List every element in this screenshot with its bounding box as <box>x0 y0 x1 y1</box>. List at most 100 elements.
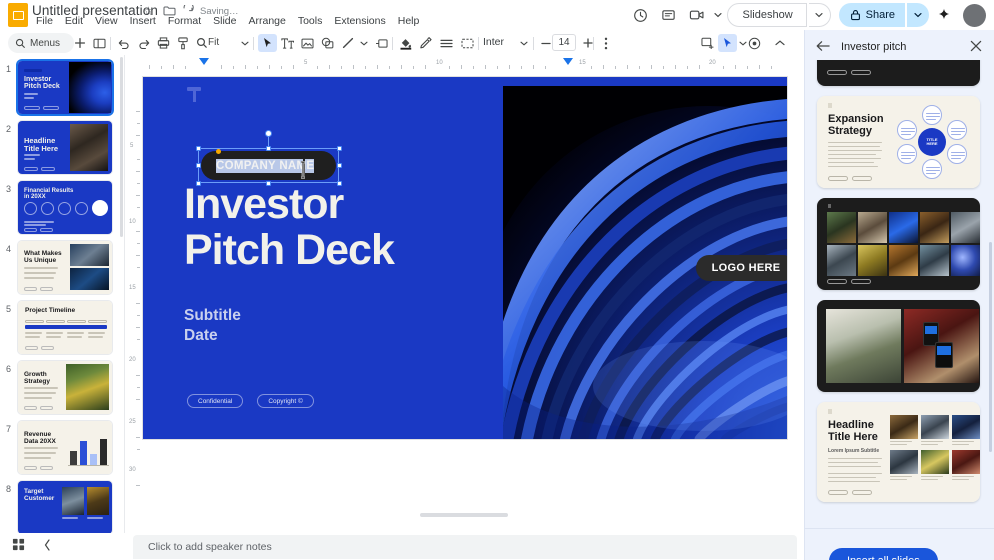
horizontal-ruler[interactable]: 5 10 15 20 <box>139 57 797 71</box>
zoom-dropdown-icon[interactable] <box>235 34 254 52</box>
filmstrip-slide-1[interactable]: 1 Investor Pitch Deck <box>0 61 120 114</box>
logo-here-pill[interactable]: LOGO HERE <box>696 255 787 281</box>
shape-icon[interactable] <box>318 34 337 52</box>
comment-icon[interactable] <box>656 2 682 28</box>
avatar[interactable] <box>963 3 986 27</box>
filmstrip-slide-8[interactable]: 8 Target Customer <box>0 481 120 533</box>
meet-icon[interactable] <box>684 2 710 28</box>
collapse-toolbar-icon[interactable] <box>770 34 789 52</box>
slide-thumbnail[interactable]: Headline Title Here <box>18 121 112 174</box>
print-icon[interactable] <box>154 34 173 52</box>
transition-icon[interactable] <box>745 34 764 52</box>
menu-edit[interactable]: Edit <box>59 14 89 30</box>
grid-view-icon[interactable] <box>12 538 25 556</box>
font-family-selector[interactable]: Inter <box>483 36 504 48</box>
layout-icon[interactable] <box>90 34 109 52</box>
resize-handle-sw[interactable] <box>195 180 201 186</box>
menu-view[interactable]: View <box>89 14 124 30</box>
filmstrip-slide-5[interactable]: 5 Project Timeline <box>0 301 120 354</box>
insert-image-icon[interactable] <box>298 34 317 52</box>
panel-card-5[interactable]: Headline Title Here Lorem Ipsum Subtitle <box>817 402 980 502</box>
resize-handle-se[interactable] <box>336 180 342 186</box>
panel-card-1[interactable] <box>817 60 980 86</box>
more-options-icon[interactable] <box>596 34 615 52</box>
menu-help[interactable]: Help <box>392 14 426 30</box>
font-family-dropdown-icon[interactable] <box>514 34 533 52</box>
slide-thumbnail[interactable]: Financial Results in 20XX <box>18 181 112 234</box>
resize-handle-s[interactable] <box>266 180 271 186</box>
menu-arrange[interactable]: Arrange <box>242 14 291 30</box>
canvas-horizontal-scrollbar[interactable] <box>420 513 508 517</box>
tag-copyright[interactable]: Copyright © <box>257 394 314 408</box>
shape-adjust-handle[interactable] <box>216 149 221 154</box>
redo-icon[interactable] <box>135 34 154 52</box>
font-size-increase-icon[interactable] <box>578 34 597 52</box>
filmstrip-slide-3[interactable]: 3 Financial Results in 20XX <box>0 181 120 234</box>
resize-handle-w[interactable] <box>195 163 201 168</box>
slide-thumbnail[interactable]: Revenue Data 20XX <box>18 421 112 474</box>
filmstrip-slide-4[interactable]: 4 What Makes Us Unique <box>0 241 120 294</box>
panel-scrollbar[interactable] <box>989 242 992 452</box>
slide-hero-image[interactable]: LOGO HERE <box>503 86 787 439</box>
slide-thumbnail[interactable]: Investor Pitch Deck <box>18 61 112 114</box>
paint-format-icon[interactable] <box>173 34 192 52</box>
panel-slide-list[interactable]: Expansion Strategy TITLE HERE Headline T… <box>805 60 994 528</box>
connector-icon[interactable] <box>372 34 391 52</box>
speaker-notes-input[interactable]: Click to add speaker notes <box>133 535 797 559</box>
ruler-indent-marker-right[interactable] <box>563 58 573 65</box>
collapse-filmstrip-icon[interactable] <box>44 538 51 556</box>
slide-filmstrip[interactable]: 1 Investor Pitch Deck 2 Headline Title H… <box>0 55 125 533</box>
slide-thumbnail[interactable]: Growth Strategy <box>18 361 112 414</box>
tag-confidential[interactable]: Confidential <box>187 394 244 408</box>
resize-handle-nw[interactable] <box>195 145 201 151</box>
add-image-placeholder-icon[interactable] <box>698 34 717 52</box>
slide-subtitle-block[interactable]: Subtitle Date <box>184 306 241 346</box>
menu-extensions[interactable]: Extensions <box>328 14 391 30</box>
filmstrip-slide-7[interactable]: 7 Revenue Data 20XX <box>0 421 120 474</box>
line-dropdown-icon[interactable] <box>354 34 373 52</box>
rotation-handle[interactable] <box>264 130 272 137</box>
filmstrip-slide-2[interactable]: 2 Headline Title Here <box>0 121 120 174</box>
resize-handle-n[interactable] <box>266 145 271 151</box>
slide-thumbnail[interactable]: What Makes Us Unique <box>18 241 112 294</box>
panel-card-3[interactable] <box>817 198 980 290</box>
filmstrip-scrollbar[interactable] <box>120 57 123 237</box>
border-weight-icon[interactable] <box>437 34 456 52</box>
slideshow-dropdown-icon[interactable] <box>808 3 831 27</box>
ruler-indent-marker-left[interactable] <box>199 58 209 65</box>
panel-card-4[interactable] <box>817 300 980 392</box>
resize-handle-ne[interactable] <box>336 145 342 151</box>
filmstrip-slide-6[interactable]: 6 Growth Strategy <box>0 361 120 414</box>
add-slide-icon[interactable] <box>70 34 89 52</box>
back-arrow-icon[interactable] <box>815 38 831 54</box>
meet-dropdown-icon[interactable] <box>712 2 725 28</box>
vertical-ruler[interactable]: 5 10 15 20 25 30 <box>127 71 141 531</box>
insert-all-slides-button[interactable]: Insert all slides <box>829 548 938 560</box>
menu-insert[interactable]: Insert <box>124 14 162 30</box>
search-menus-button[interactable]: Menus <box>8 33 74 53</box>
slide-thumbnail[interactable]: Project Timeline <box>18 301 112 354</box>
fill-color-icon[interactable] <box>396 34 415 52</box>
menu-tools[interactable]: Tools <box>292 14 329 30</box>
undo-icon[interactable] <box>114 34 133 52</box>
slide-thumbnail[interactable]: Target Customer <box>18 481 112 533</box>
zoom-level-label[interactable]: Fit <box>208 37 219 48</box>
share-button[interactable]: Share <box>838 3 905 27</box>
slideshow-button[interactable]: Slideshow <box>726 3 807 27</box>
select-tool-icon[interactable] <box>258 34 277 52</box>
menu-slide[interactable]: Slide <box>207 14 242 30</box>
slide-editor-canvas[interactable]: Investor Pitch Deck Subtitle Date Confid… <box>143 77 787 439</box>
share-dropdown-icon[interactable] <box>907 3 929 27</box>
menu-format[interactable]: Format <box>162 14 207 30</box>
border-dash-icon[interactable] <box>458 34 477 52</box>
border-color-icon[interactable] <box>416 34 435 52</box>
close-icon[interactable] <box>968 38 984 54</box>
text-box-icon[interactable] <box>278 34 297 52</box>
gemini-icon[interactable] <box>931 2 957 28</box>
resize-handle-e[interactable] <box>336 163 342 168</box>
version-history-icon[interactable] <box>628 2 654 28</box>
menu-file[interactable]: File <box>30 14 59 30</box>
slide-title[interactable]: Investor Pitch Deck <box>184 181 395 274</box>
font-size-value[interactable]: 14 <box>552 34 576 51</box>
panel-card-2[interactable]: Expansion Strategy TITLE HERE <box>817 96 980 188</box>
